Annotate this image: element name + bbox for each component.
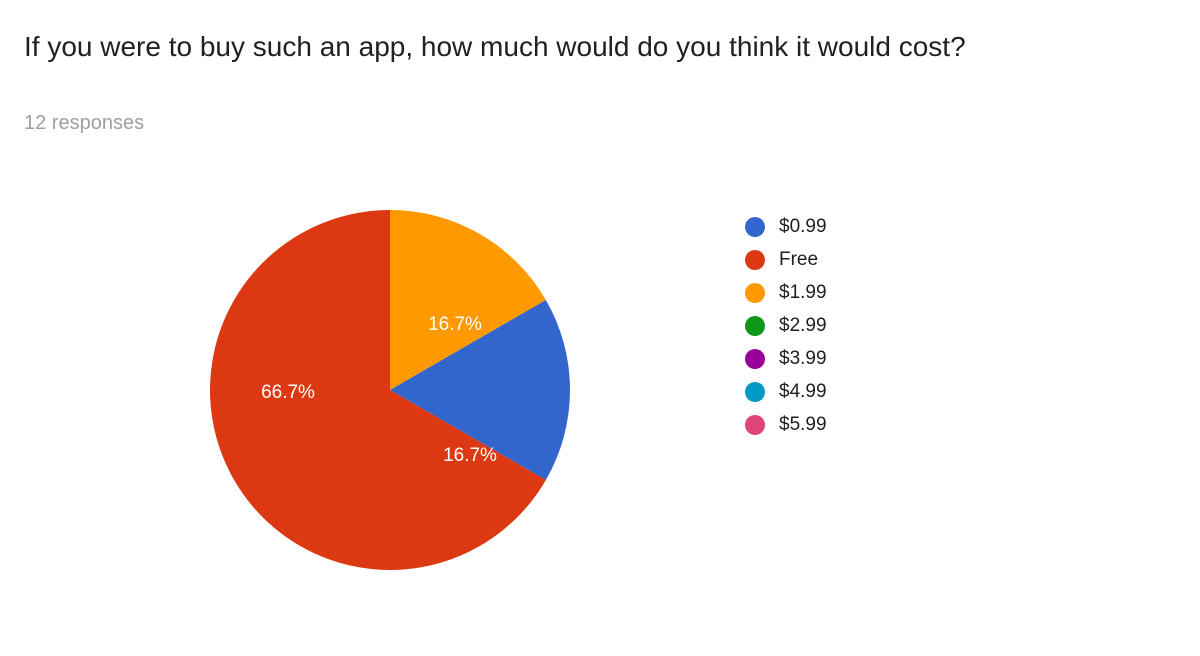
response-count: 12 responses xyxy=(24,112,144,135)
legend-swatch xyxy=(745,217,765,237)
legend-swatch xyxy=(745,250,765,270)
legend-swatch xyxy=(745,316,765,336)
legend-swatch xyxy=(745,382,765,402)
legend-label: $5.99 xyxy=(779,414,827,436)
legend-swatch xyxy=(745,349,765,369)
slice-label-red: 66.7% xyxy=(261,382,315,403)
legend-label: $0.99 xyxy=(779,216,827,238)
legend-item-3-99: $3.99 xyxy=(745,342,827,375)
legend-item-4-99: $4.99 xyxy=(745,375,827,408)
legend-item-1-99: $1.99 xyxy=(745,276,827,309)
slice-label-blue: 16.7% xyxy=(443,445,497,466)
legend-label: Free xyxy=(779,249,818,271)
legend-label: $2.99 xyxy=(779,315,827,337)
slice-label-orange: 16.7% xyxy=(428,314,482,335)
chart-container: If you were to buy such an app, how much… xyxy=(0,0,1200,656)
chart-title: If you were to buy such an app, how much… xyxy=(24,28,1176,66)
legend-label: $1.99 xyxy=(779,282,827,304)
legend-item-free: Free xyxy=(745,243,827,276)
legend-swatch xyxy=(745,415,765,435)
legend-swatch xyxy=(745,283,765,303)
legend-item-5-99: $5.99 xyxy=(745,408,827,441)
legend-item-0-99: $0.99 xyxy=(745,210,827,243)
pie-chart: 16.7% 16.7% 66.7% xyxy=(200,200,580,580)
legend-label: $4.99 xyxy=(779,381,827,403)
legend-item-2-99: $2.99 xyxy=(745,309,827,342)
legend-label: $3.99 xyxy=(779,348,827,370)
legend: $0.99 Free $1.99 $2.99 $3.99 $4.99 $5.99 xyxy=(745,210,827,441)
